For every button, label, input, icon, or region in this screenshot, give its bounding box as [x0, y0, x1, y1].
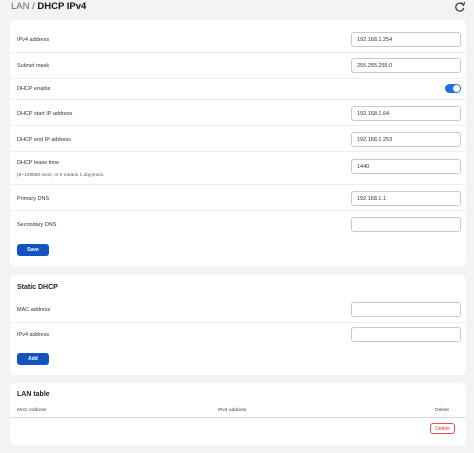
lease-time-label: DHCP lease time: [17, 160, 60, 166]
page-header: LAN / DHCP IPv4: [11, 0, 467, 14]
lease-time-row: DHCP lease time (5~129600 mins, or 0 mea…: [10, 152, 466, 185]
static-ipv4-row: IPv4 address: [10, 323, 466, 347]
lease-time-hint: (5~129600 mins, or 0 means 1 day)mins.: [17, 173, 105, 178]
primary-dns-label: Primary DNS: [17, 196, 50, 202]
static-dhcp-card: Static DHCP MAC address IPv4 address Add: [10, 275, 466, 375]
breadcrumb-separator: /: [32, 1, 35, 12]
refresh-icon[interactable]: [454, 1, 466, 13]
table-header-row: MAC Address IPv4 address Delete: [10, 404, 466, 418]
subnet-mask-row: Subnet mask: [10, 53, 466, 79]
dhcp-start-input[interactable]: [351, 106, 461, 121]
column-ipv4-address: IPv4 address: [218, 408, 246, 413]
primary-dns-input[interactable]: [351, 191, 461, 206]
dhcp-start-row: DHCP start IP address: [10, 100, 466, 126]
column-mac-address: MAC Address: [17, 408, 47, 413]
dhcp-start-label: DHCP start IP address: [17, 111, 73, 117]
breadcrumb-current: DHCP IPv4: [37, 1, 87, 12]
subnet-mask-input[interactable]: [351, 58, 461, 73]
static-ipv4-label: IPv4 address: [17, 332, 50, 338]
dhcp-enable-label: DHCP enable: [17, 86, 51, 92]
ipv4-address-input[interactable]: [351, 32, 461, 47]
static-mac-input[interactable]: [351, 302, 461, 317]
dhcp-enable-toggle[interactable]: [445, 84, 461, 93]
dhcp-end-label: DHCP end IP address: [17, 137, 71, 143]
dhcp-enable-row: DHCP enable: [10, 79, 466, 100]
breadcrumb-lan[interactable]: LAN: [11, 1, 29, 12]
static-mac-label: MAC address: [17, 307, 51, 313]
subnet-mask-label: Subnet mask: [17, 63, 50, 69]
column-delete: Delete: [435, 408, 449, 413]
ipv4-address-label: IPv4 address: [17, 37, 50, 43]
static-ipv4-input[interactable]: [351, 327, 461, 342]
add-button[interactable]: Add: [17, 353, 49, 365]
dhcp-end-input[interactable]: [351, 132, 461, 147]
table-row: Delete: [10, 418, 466, 438]
delete-button[interactable]: Delete: [430, 423, 455, 434]
dhcp-end-row: DHCP end IP address: [10, 126, 466, 152]
secondary-dns-label: Secondary DNS: [17, 222, 57, 228]
secondary-dns-input[interactable]: [351, 217, 461, 232]
save-button[interactable]: Save: [17, 244, 49, 256]
static-mac-row: MAC address: [10, 299, 466, 323]
lan-table-card: LAN table MAC Address IPv4 address Delet…: [10, 383, 466, 445]
primary-dns-row: Primary DNS: [10, 185, 466, 211]
static-dhcp-title: Static DHCP: [17, 284, 58, 291]
toggle-knob: [453, 85, 460, 92]
page-title: LAN / DHCP IPv4: [11, 0, 86, 13]
lan-table-title: LAN table: [17, 391, 50, 398]
ipv4-address-row: IPv4 address: [10, 20, 466, 53]
lease-time-input[interactable]: [351, 159, 461, 174]
dhcp-settings-card: IPv4 address Subnet mask DHCP enable DHC…: [10, 20, 466, 266]
secondary-dns-row: Secondary DNS: [10, 211, 466, 237]
